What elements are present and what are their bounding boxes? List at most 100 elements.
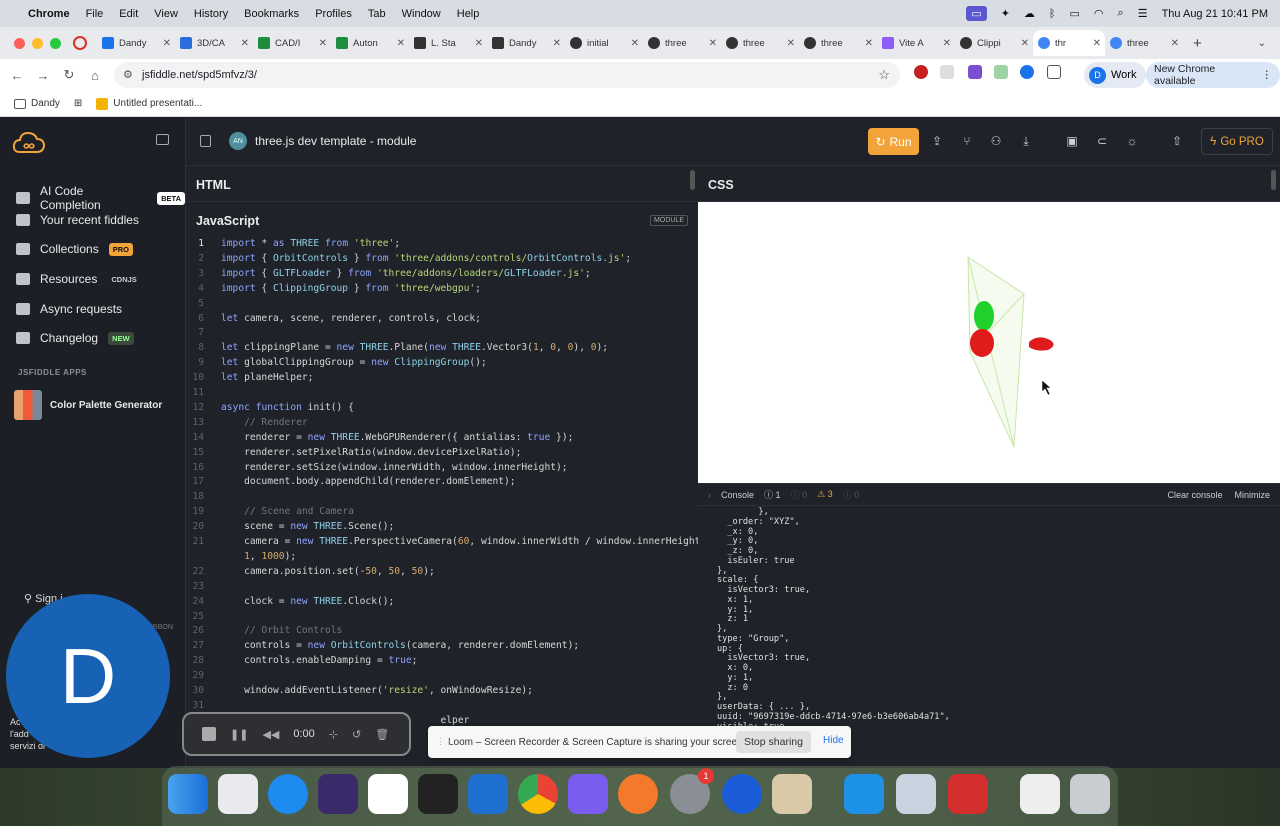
code-line[interactable]: 25	[186, 611, 698, 626]
menu-tab[interactable]: Tab	[368, 8, 386, 20]
code-line[interactable]: 30 window.addEventListener('resize', onW…	[186, 685, 698, 700]
reload-icon[interactable]: ↻	[56, 67, 82, 83]
console-tab[interactable]: Console	[721, 490, 754, 500]
menu-window[interactable]: Window	[402, 8, 441, 20]
menu-bookmarks[interactable]: Bookmarks	[244, 8, 299, 20]
finder-icon[interactable]	[168, 774, 208, 814]
extension-icon[interactable]	[968, 65, 982, 79]
1password-icon[interactable]	[722, 774, 762, 814]
delete-icon[interactable]: 🗑	[375, 728, 389, 741]
code-line[interactable]: 26 // Orbit Controls	[186, 625, 698, 640]
pdf-app-icon[interactable]	[948, 774, 988, 814]
jsfiddle-logo-icon[interactable]	[12, 130, 46, 154]
extension-icon[interactable]	[994, 65, 1008, 79]
code-line[interactable]: 17 document.body.appendChild(renderer.do…	[186, 476, 698, 491]
minimize-console-button[interactable]: Minimize	[1234, 490, 1270, 500]
result-preview[interactable]	[698, 202, 1280, 483]
warning-count[interactable]: ⚠ 3	[817, 489, 833, 500]
code-line[interactable]: 16 renderer.setSize(window.innerWidth, w…	[186, 462, 698, 477]
code-line[interactable]: 19 // Scene and Camera	[186, 506, 698, 521]
safari-icon[interactable]	[268, 774, 308, 814]
theme-sun-icon[interactable]: ☼	[1125, 134, 1139, 148]
tab-3dca[interactable]: 3D/CA ✕	[175, 30, 253, 56]
download-icon[interactable]: ⤓	[1019, 134, 1033, 148]
glb-file-icon[interactable]	[1020, 774, 1060, 814]
code-line[interactable]: 3 import { GLTFLoader } from 'three/addon…	[186, 268, 698, 283]
console-chevron-icon[interactable]: ›	[708, 490, 711, 500]
address-bar[interactable]: ⚙ jsfiddle.net/spd5mfvz/3/ ☆	[114, 62, 900, 88]
collaborate-icon[interactable]: ⚇	[989, 134, 1003, 148]
tab-dandy-2[interactable]: Dandy ✕	[487, 30, 565, 56]
slack-icon[interactable]	[368, 774, 408, 814]
code-line[interactable]: 20 scene = new THREE.Scene();	[186, 521, 698, 536]
cursor-app-icon[interactable]	[418, 774, 458, 814]
close-tab-icon[interactable]: ✕	[631, 38, 639, 49]
tab-initial[interactable]: initial ✕	[565, 30, 643, 56]
close-tab-icon[interactable]: ✕	[709, 38, 717, 49]
forward-icon[interactable]: →	[30, 68, 56, 83]
css-panel-header[interactable]: CSS	[698, 166, 1280, 202]
javascript-editor[interactable]: 1 import * as THREE from 'three'; 2 import …	[186, 238, 698, 768]
sidebar-item-collections[interactable]: Collections PRO	[16, 242, 133, 256]
close-tab-icon[interactable]: ✕	[163, 38, 171, 49]
menu-app-name[interactable]: Chrome	[28, 8, 70, 20]
loom-camera-bubble[interactable]: D	[6, 594, 170, 758]
rewind-icon[interactable]: ◀◀	[262, 728, 279, 741]
butterfly-icon[interactable]: ✦	[1001, 7, 1010, 20]
close-tab-icon[interactable]: ✕	[397, 38, 405, 49]
home-icon[interactable]: ⌂	[82, 68, 108, 83]
scrollbar[interactable]	[1271, 170, 1276, 190]
tab-three-3[interactable]: three ✕	[799, 30, 877, 56]
trash-icon[interactable]	[1070, 774, 1110, 814]
code-line[interactable]: 9 let globalClippingGroup = new ClippingG…	[186, 357, 698, 372]
share-icon[interactable]: ⇧	[1170, 134, 1184, 148]
tab-clippi[interactable]: Clippi ✕	[955, 30, 1033, 56]
tab-three-2[interactable]: three ✕	[721, 30, 799, 56]
new-chrome-available-button[interactable]: New Chrome available ⋮	[1146, 62, 1280, 88]
close-tab-icon[interactable]: ✕	[319, 38, 327, 49]
sidebar-item-recent-fiddles[interactable]: Your recent fiddles	[16, 213, 139, 227]
profile-button[interactable]: D Work	[1084, 62, 1147, 88]
log-count[interactable]: ⓘ 0	[843, 488, 860, 501]
code-line[interactable]: 27 controls = new OrbitControls(camera, …	[186, 640, 698, 655]
layout-icon[interactable]: ▣	[1065, 134, 1079, 148]
close-tab-icon[interactable]: ✕	[475, 38, 483, 49]
lock-icon[interactable]	[200, 135, 211, 147]
system-settings-icon[interactable]: 1	[670, 768, 714, 814]
code-line[interactable]: 7	[186, 327, 698, 342]
code-line[interactable]: 11	[186, 387, 698, 402]
menu-edit[interactable]: Edit	[119, 8, 138, 20]
hide-button[interactable]: Hide	[823, 735, 844, 746]
code-line[interactable]: 13 // Renderer	[186, 417, 698, 432]
toggle-icon[interactable]: ⊂	[1095, 134, 1109, 148]
drag-handle-icon[interactable]: ⋮⋮	[436, 736, 454, 747]
back-icon[interactable]: ←	[4, 68, 30, 83]
tab-active-jsfiddle[interactable]: thr ✕	[1033, 30, 1105, 56]
code-line[interactable]: 10 let planeHelper;	[186, 372, 698, 387]
close-tab-icon[interactable]: ✕	[865, 38, 873, 49]
menu-file[interactable]: File	[86, 8, 104, 20]
blender-icon[interactable]	[618, 774, 658, 814]
close-tab-icon[interactable]: ✕	[787, 38, 795, 49]
menu-profiles[interactable]: Profiles	[315, 8, 352, 20]
threejs-canvas[interactable]	[698, 202, 1280, 483]
extension-icon[interactable]	[940, 65, 954, 79]
close-tab-icon[interactable]: ✕	[943, 38, 951, 49]
code-line[interactable]: 12 async function init() {	[186, 402, 698, 417]
preview-app-icon[interactable]	[896, 774, 936, 814]
battery-icon[interactable]: ▭	[1070, 7, 1080, 20]
zoom-window-icon[interactable]	[50, 37, 61, 49]
bluetooth-icon[interactable]: ᛒ	[1049, 8, 1056, 20]
stop-recording-icon[interactable]	[202, 727, 216, 741]
screen-share-icon[interactable]: ▭	[966, 6, 987, 21]
notes-app-icon[interactable]	[568, 774, 608, 814]
app-icon[interactable]	[318, 774, 358, 814]
menubar-clock[interactable]: Thu Aug 21 10:41 PM	[1162, 8, 1268, 20]
gimp-icon[interactable]	[772, 774, 812, 814]
new-tab-icon[interactable]: +	[1193, 35, 1202, 52]
site-info-icon[interactable]: ⚙	[123, 68, 133, 81]
tab-cad[interactable]: CAD/I ✕	[253, 30, 331, 56]
tab-auton[interactable]: Auton ✕	[331, 30, 409, 56]
draw-icon[interactable]: ⊹	[329, 728, 338, 741]
code-line[interactable]: 18	[186, 491, 698, 506]
